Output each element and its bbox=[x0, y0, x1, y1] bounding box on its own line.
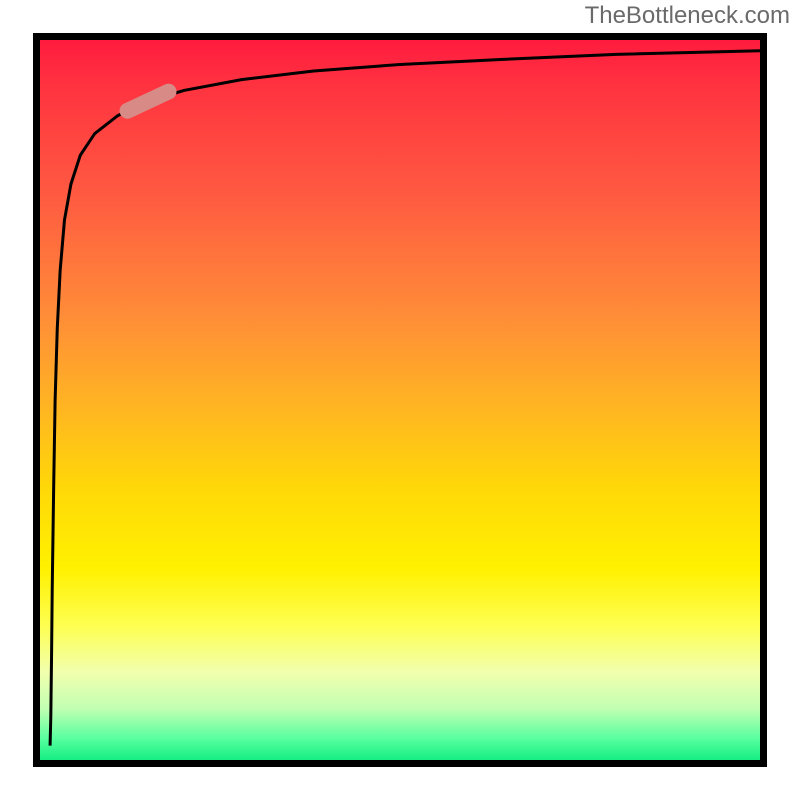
axis-frame-top bbox=[33, 33, 767, 40]
axis-frame-right bbox=[760, 33, 767, 767]
plot-area bbox=[33, 33, 767, 767]
tradeoff-curve bbox=[50, 51, 760, 746]
watermark-text: TheBottleneck.com bbox=[585, 2, 790, 30]
chart-root: TheBottleneck.com bbox=[0, 0, 800, 800]
axis-frame-left bbox=[33, 33, 40, 767]
curve-layer bbox=[33, 33, 767, 767]
axis-frame-bottom bbox=[33, 760, 767, 767]
selection-pill bbox=[117, 81, 179, 121]
